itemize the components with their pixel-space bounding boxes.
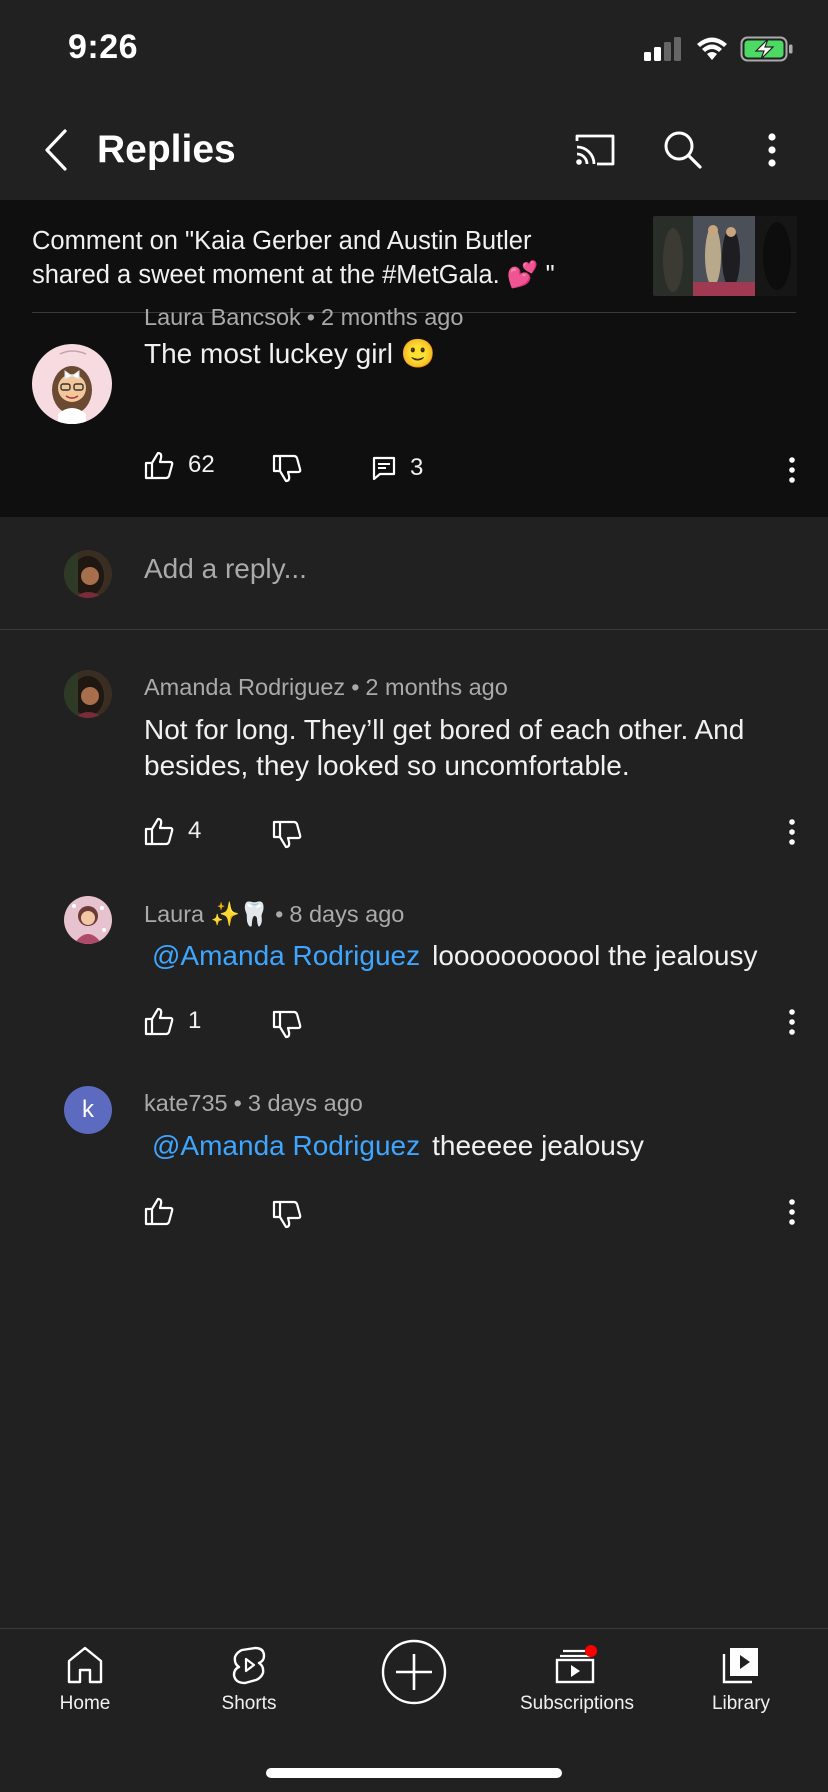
comment-time: 2 months ago <box>321 304 464 330</box>
avatar[interactable] <box>64 670 112 718</box>
home-indicator <box>266 1768 562 1778</box>
comment-author[interactable]: Laura Bancsok <box>144 304 301 330</box>
page-title: Replies <box>97 128 236 171</box>
reply-author[interactable]: Amanda Rodriguez <box>144 674 345 700</box>
avatar[interactable]: k <box>64 1086 112 1134</box>
subscriptions-icon <box>555 1645 597 1684</box>
dislike-icon <box>272 454 302 483</box>
avatar[interactable] <box>32 344 112 424</box>
more-vert-icon <box>789 457 795 483</box>
nav-home-label: Home <box>59 1693 111 1714</box>
like-button[interactable]: 4 <box>144 816 201 846</box>
mention-link[interactable]: @Amanda Rodriguez <box>152 1130 420 1161</box>
own-avatar <box>64 550 112 598</box>
like-count: 62 <box>188 451 215 478</box>
dislike-icon <box>272 820 302 849</box>
wifi-icon <box>697 37 727 60</box>
reply-time: 8 days ago <box>289 901 405 927</box>
comment-text: The most luckey girl 🙂 <box>144 338 436 369</box>
nav-subscriptions[interactable]: Subscriptions <box>497 1645 657 1745</box>
nav-library[interactable]: Library <box>661 1645 821 1745</box>
status-bar: 9:26 <box>0 0 828 100</box>
like-button[interactable] <box>144 1196 188 1226</box>
reply-time: 3 days ago <box>247 1090 363 1116</box>
status-time: 9:26 <box>68 28 139 66</box>
dislike-button[interactable] <box>272 1200 302 1230</box>
more-vert-icon <box>789 1199 795 1225</box>
reply-icon <box>372 456 396 480</box>
comment-context: Comment on "Kaia Gerber and Austin Butle… <box>0 200 828 517</box>
like-icon <box>144 817 174 846</box>
reply-button[interactable]: 3 <box>372 454 423 482</box>
home-icon <box>67 1646 103 1684</box>
more-vert-icon <box>789 1009 795 1035</box>
like-count: 1 <box>188 1007 202 1034</box>
status-icons <box>644 36 794 62</box>
nav-subscriptions-label: Subscriptions <box>519 1693 635 1714</box>
reply-input-row: Add a reply... <box>0 517 828 630</box>
create-button[interactable] <box>334 1639 494 1739</box>
shorts-icon <box>232 1646 266 1685</box>
reply-text: @Amanda Rodriguez theeeee jealousy <box>144 1128 794 1164</box>
battery-icon <box>740 36 793 62</box>
cast-icon <box>575 134 615 166</box>
reply-text: @Amanda Rodriguez looooooooool the jealou… <box>144 938 794 974</box>
nav-shorts[interactable]: Shorts <box>169 1645 329 1745</box>
nav-home[interactable]: Home <box>5 1645 165 1745</box>
avatar-letter: k <box>82 1096 94 1123</box>
avatar[interactable] <box>64 896 112 944</box>
reply-body: looooooooool the jealousy <box>432 940 758 971</box>
reply-meta: kate735 • 3 days ago <box>144 1090 363 1116</box>
reply-count: 3 <box>410 454 424 481</box>
app-header: Replies <box>0 100 828 200</box>
library-icon <box>722 1648 758 1684</box>
signal-icon <box>644 37 681 61</box>
video-thumbnail[interactable] <box>653 216 797 296</box>
more-vert-icon <box>789 819 795 845</box>
nav-library-label: Library <box>711 1693 771 1714</box>
dislike-button[interactable] <box>272 1010 302 1040</box>
reply-meta: Laura ✨🦷 • 8 days ago <box>144 901 405 927</box>
comment-meta: Laura Bancsok • 2 months ago <box>144 304 464 330</box>
like-button[interactable]: 1 <box>144 1006 201 1036</box>
more-options-button[interactable] <box>742 120 802 180</box>
reply-meta: Amanda Rodriguez • 2 months ago <box>144 674 508 700</box>
like-count: 4 <box>188 817 202 844</box>
create-icon <box>381 1639 447 1705</box>
dislike-button[interactable] <box>272 454 302 484</box>
reply-more-button[interactable] <box>772 812 812 852</box>
mention-link[interactable]: @Amanda Rodriguez <box>152 940 420 971</box>
reply-author[interactable]: Laura ✨🦷 <box>144 901 269 927</box>
like-button[interactable]: 62 <box>144 450 215 480</box>
reply-author[interactable]: kate735 <box>144 1090 228 1116</box>
dislike-icon <box>272 1200 302 1229</box>
context-title: Comment on "Kaia Gerber and Austin Butle… <box>32 227 555 289</box>
search-icon <box>664 131 702 169</box>
cast-button[interactable] <box>565 120 625 180</box>
dislike-icon <box>272 1010 302 1039</box>
dislike-button[interactable] <box>272 820 302 850</box>
like-icon <box>144 1197 174 1226</box>
search-button[interactable] <box>653 120 713 180</box>
like-icon <box>144 1007 174 1036</box>
back-button[interactable] <box>26 120 86 180</box>
reply-more-button[interactable] <box>772 1002 812 1042</box>
reply-text: Not for long. They’ll get bored of each … <box>144 714 745 781</box>
reply-input[interactable]: Add a reply... <box>144 553 307 585</box>
back-icon <box>45 129 67 171</box>
reply-body: theeeee jealousy <box>432 1130 644 1161</box>
more-vert-icon <box>768 133 776 167</box>
comment-more-button[interactable] <box>772 450 812 490</box>
nav-shorts-label: Shorts <box>221 1693 277 1714</box>
reply-more-button[interactable] <box>772 1192 812 1232</box>
reply-time: 2 months ago <box>365 674 508 700</box>
like-icon <box>144 451 174 480</box>
